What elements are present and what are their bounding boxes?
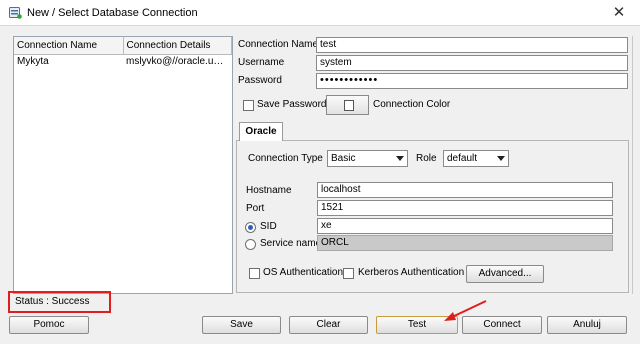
username-input[interactable]: system: [316, 55, 628, 71]
role-select[interactable]: default: [443, 150, 509, 167]
hostname-label: Hostname: [246, 185, 292, 196]
connections-table: Connection Name Connection Details Mykyt…: [14, 37, 232, 68]
connection-name-input[interactable]: test: [316, 37, 628, 53]
sid-input[interactable]: xe: [317, 218, 613, 234]
sid-label: SID: [260, 221, 277, 232]
save-password-label: Save Password: [257, 99, 327, 110]
sid-radio[interactable]: [245, 222, 256, 233]
connections-list[interactable]: Connection Name Connection Details Mykyt…: [13, 36, 233, 294]
kerberos-authentication-checkbox[interactable]: [343, 268, 354, 279]
os-authentication-label: OS Authentication: [263, 267, 344, 278]
red-arrow-icon: [444, 300, 487, 321]
password-input[interactable]: ••••••••••••: [316, 73, 628, 89]
column-header-connection-name[interactable]: Connection Name: [14, 37, 124, 55]
role-value: default: [447, 153, 478, 164]
connection-type-label: Connection Type: [248, 153, 323, 164]
kerberos-authentication-label: Kerberos Authentication: [358, 267, 465, 278]
save-button[interactable]: Save: [202, 316, 281, 334]
connection-name-cell: Mykyta: [17, 55, 49, 67]
color-swatch-icon: [344, 100, 354, 111]
port-input[interactable]: 1521: [317, 200, 613, 216]
connection-details-cell: mslyvko@//oracle.umc...: [126, 55, 232, 67]
connection-type-select[interactable]: Basic: [327, 150, 408, 167]
chevron-down-icon: [396, 156, 404, 161]
dialog-right-edge: [632, 36, 633, 294]
close-icon[interactable]: ✕: [607, 4, 631, 22]
status-text: Status : Success: [15, 296, 90, 307]
port-label: Port: [246, 203, 265, 214]
connection-name-label: Connection Name: [238, 39, 319, 50]
connection-type-value: Basic: [331, 153, 356, 164]
connection-color-button[interactable]: [326, 95, 369, 115]
service-name-input[interactable]: ORCL: [317, 235, 613, 251]
service-name-label: Service name: [260, 238, 322, 249]
service-name-radio[interactable]: [245, 239, 256, 250]
cancel-button[interactable]: Anuluj: [547, 316, 627, 334]
clear-button[interactable]: Clear: [289, 316, 368, 334]
chevron-down-icon: [497, 156, 505, 161]
connection-color-label: Connection Color: [373, 99, 451, 110]
window-title: New / Select Database Connection: [27, 7, 198, 19]
table-row[interactable]: Mykyta mslyvko@//oracle.umc...: [14, 54, 232, 68]
save-password-checkbox[interactable]: [243, 100, 254, 111]
help-button[interactable]: Pomoc: [9, 316, 89, 334]
os-authentication-checkbox[interactable]: [249, 268, 260, 279]
tab-oracle[interactable]: Oracle: [239, 122, 283, 141]
advanced-button[interactable]: Advanced...: [466, 265, 544, 283]
database-connection-icon: [9, 7, 22, 19]
title-bar: New / Select Database Connection ✕: [0, 0, 640, 26]
hostname-input[interactable]: localhost: [317, 182, 613, 198]
column-header-connection-details[interactable]: Connection Details: [123, 37, 232, 55]
username-label: Username: [238, 57, 285, 68]
password-label: Password: [238, 75, 282, 86]
role-label: Role: [416, 153, 437, 164]
